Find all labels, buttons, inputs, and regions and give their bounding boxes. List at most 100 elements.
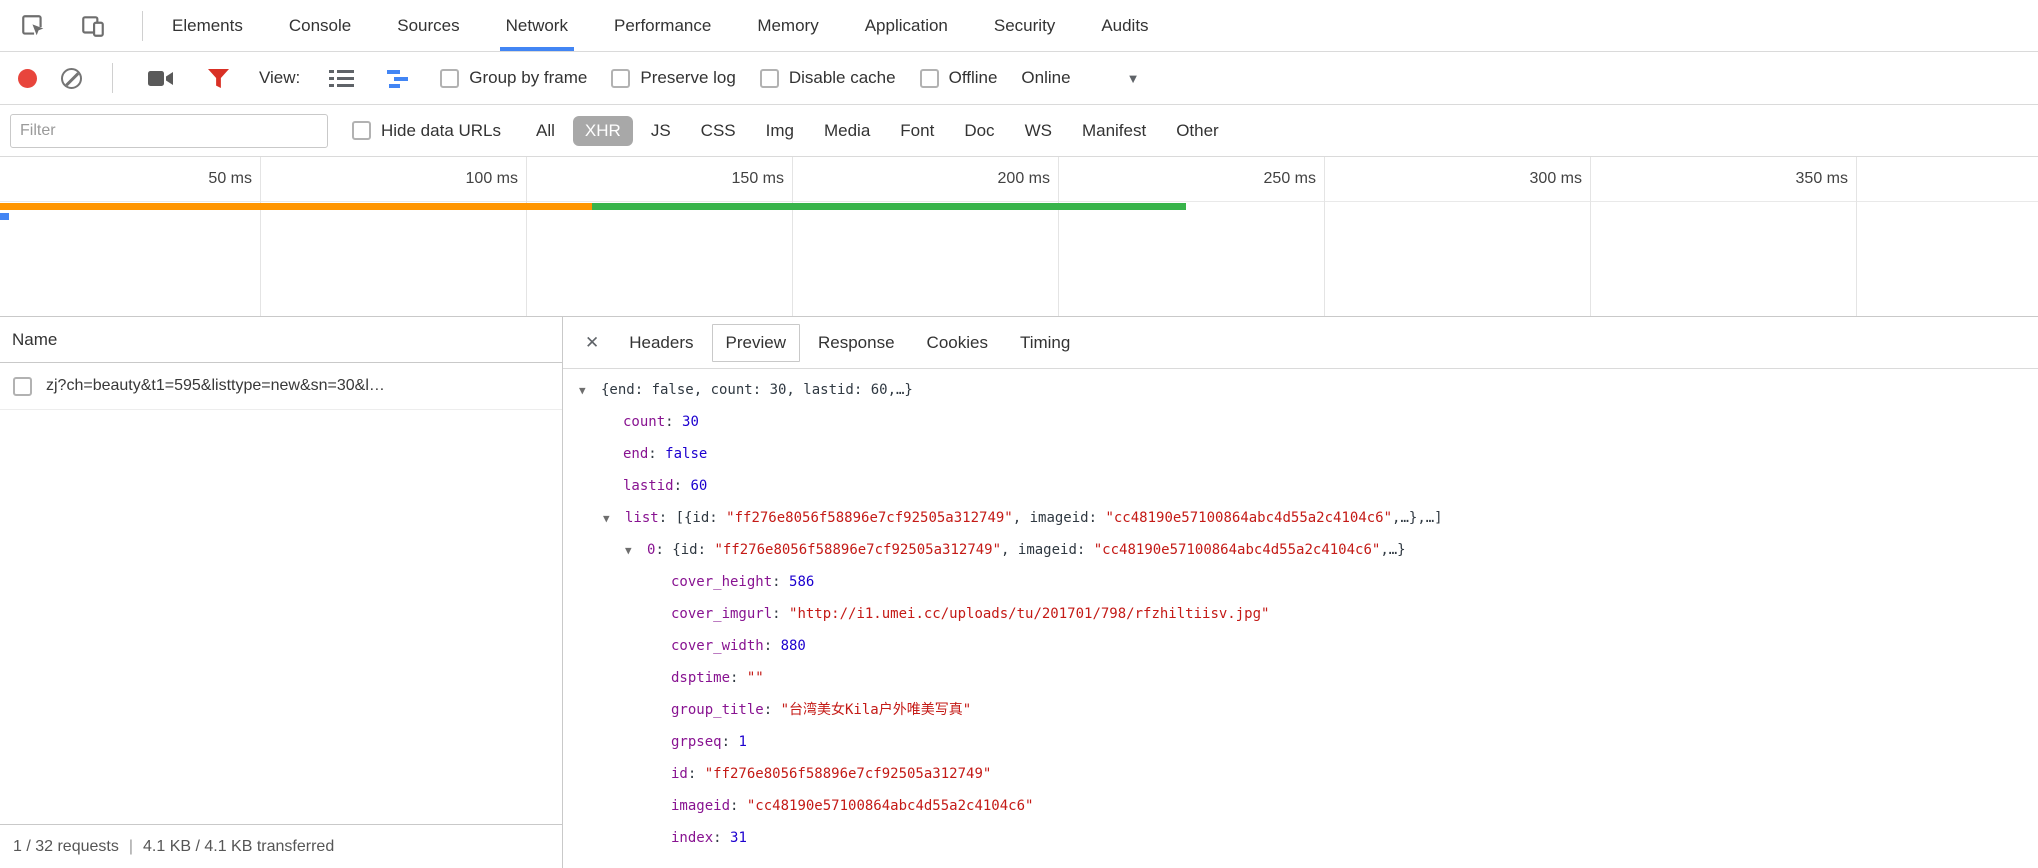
- checkbox-disable-cache[interactable]: Disable cache: [760, 68, 896, 88]
- small-rows-view-icon[interactable]: [324, 61, 358, 95]
- expander-triangle-icon[interactable]: ▼: [579, 375, 601, 407]
- json-tree-property-row: cover_width: 880: [563, 630, 2038, 662]
- json-plain-text: :: [659, 510, 676, 526]
- details-tab-response[interactable]: Response: [804, 324, 909, 362]
- filter-pill-all[interactable]: All: [524, 116, 567, 146]
- network-overview-timeline[interactable]: 50 ms100 ms150 ms200 ms250 ms300 ms350 m…: [0, 157, 2038, 317]
- timeline-gridline: [260, 157, 261, 316]
- json-tree-expandable-row[interactable]: ▼0: {id: "ff276e8056f58896e7cf92505a3127…: [563, 534, 2038, 566]
- json-tree-property-row: imageid: "cc48190e57100864abc4d55a2c4104…: [563, 790, 2038, 822]
- details-tab-preview[interactable]: Preview: [712, 324, 800, 362]
- checkbox-preserve-log[interactable]: Preserve log: [611, 68, 735, 88]
- details-tab-cookies[interactable]: Cookies: [913, 324, 1002, 362]
- status-divider: |: [129, 838, 133, 856]
- json-key: id: [671, 766, 688, 782]
- timeline-tick-label: 150 ms: [634, 157, 784, 201]
- separator: [142, 11, 143, 41]
- chevron-down-icon: ▼: [1127, 71, 1140, 86]
- filter-pill-img[interactable]: Img: [754, 116, 806, 146]
- tab-audits[interactable]: Audits: [1095, 0, 1154, 51]
- tabbar-left-icons: [0, 0, 149, 51]
- tab-performance[interactable]: Performance: [608, 0, 717, 51]
- json-plain-text: :: [730, 798, 747, 814]
- tab-network[interactable]: Network: [500, 0, 574, 51]
- json-string-value: "": [747, 670, 764, 686]
- checkbox-icon: [352, 121, 371, 140]
- json-number-value: 880: [781, 638, 806, 654]
- tab-security[interactable]: Security: [988, 0, 1061, 51]
- filter-pill-other[interactable]: Other: [1164, 116, 1231, 146]
- clear-button[interactable]: [61, 68, 82, 89]
- device-toolbar-icon[interactable]: [76, 9, 110, 43]
- checkbox-label: Disable cache: [789, 68, 896, 88]
- json-string-value: "http://i1.umei.cc/uploads/tu/201701/798…: [789, 606, 1269, 622]
- expander-triangle-icon[interactable]: ▼: [625, 535, 647, 567]
- json-tree-property-row: lastid: 60: [563, 470, 2038, 502]
- filter-pill-font[interactable]: Font: [888, 116, 946, 146]
- network-toolbar: View: Group by frame Preserve log Disabl…: [0, 52, 2038, 105]
- timeline-gridline: [1324, 157, 1325, 316]
- request-checkbox[interactable]: [13, 377, 32, 396]
- throttling-select[interactable]: Online ▼: [1021, 68, 1139, 88]
- timeline-gridline: [526, 157, 527, 316]
- json-tree-property-row: count: 30: [563, 406, 2038, 438]
- filter-pill-js[interactable]: JS: [639, 116, 683, 146]
- filter-funnel-icon[interactable]: [201, 61, 235, 95]
- timeline-tick-label: 50 ms: [102, 157, 252, 201]
- screenshot-camera-icon[interactable]: [143, 61, 177, 95]
- filter-pill-css[interactable]: CSS: [689, 116, 748, 146]
- json-tree-property-row: group_title: "台湾美女Kila户外唯美写真": [563, 694, 2038, 726]
- record-button[interactable]: [18, 69, 37, 88]
- request-row[interactable]: zj?ch=beauty&t1=595&listtype=new&sn=30&l…: [0, 363, 562, 410]
- json-plain-text: , imageid:: [1001, 542, 1094, 558]
- network-filter-bar: Hide data URLs AllXHRJSCSSImgMediaFontDo…: [0, 105, 2038, 157]
- json-plain-text: :: [665, 414, 682, 430]
- ruler-baseline: [0, 201, 2038, 202]
- filter-pill-manifest[interactable]: Manifest: [1070, 116, 1158, 146]
- checkbox-icon: [760, 69, 779, 88]
- timeline-tick-label: 300 ms: [1432, 157, 1582, 201]
- json-number-value: 1: [738, 734, 746, 750]
- details-tab-timing[interactable]: Timing: [1006, 324, 1084, 362]
- json-string-value: "ff276e8056f58896e7cf92505a312749": [705, 766, 992, 782]
- separator: [112, 63, 113, 93]
- timeline-gridline: [792, 157, 793, 316]
- json-key: grpseq: [671, 734, 722, 750]
- json-tree-expandable-row[interactable]: ▼{end: false, count: 30, lastid: 60,…}: [563, 374, 2038, 406]
- filter-input[interactable]: [10, 114, 328, 148]
- inspect-element-icon[interactable]: [16, 9, 50, 43]
- json-key: group_title: [671, 702, 764, 718]
- waterfall-overview-icon[interactable]: [382, 61, 416, 95]
- tab-application[interactable]: Application: [859, 0, 954, 51]
- json-key: index: [671, 830, 713, 846]
- tab-console[interactable]: Console: [283, 0, 357, 51]
- timeline-gridline: [1058, 157, 1059, 316]
- tab-memory[interactable]: Memory: [751, 0, 824, 51]
- json-plain-text: :: [713, 830, 730, 846]
- json-number-value: 31: [730, 830, 747, 846]
- json-plain-text: :: [772, 606, 789, 622]
- timeline-tick-label: 350 ms: [1698, 157, 1848, 201]
- json-number-value: 586: [789, 574, 814, 590]
- name-column-header[interactable]: Name: [0, 317, 562, 363]
- filter-pill-doc[interactable]: Doc: [952, 116, 1006, 146]
- json-tree-expandable-row[interactable]: ▼list: [{id: "ff276e8056f58896e7cf92505a…: [563, 502, 2038, 534]
- tab-elements[interactable]: Elements: [166, 0, 249, 51]
- details-tab-headers[interactable]: Headers: [615, 324, 707, 362]
- filter-pill-ws[interactable]: WS: [1013, 116, 1064, 146]
- checkbox-offline[interactable]: Offline: [920, 68, 998, 88]
- json-plain-text: :: [688, 766, 705, 782]
- devtools-window: Elements Console Sources Network Performance…: [0, 0, 2038, 868]
- checkbox-hide-data-urls[interactable]: Hide data URLs: [352, 121, 501, 141]
- filter-pill-media[interactable]: Media: [812, 116, 882, 146]
- json-plain-text: :: [674, 478, 691, 494]
- json-key: cover_height: [671, 574, 772, 590]
- json-string-value: "ff276e8056f58896e7cf92505a312749": [726, 510, 1013, 526]
- tab-sources[interactable]: Sources: [391, 0, 465, 51]
- expander-triangle-icon[interactable]: ▼: [603, 503, 625, 535]
- requests-empty-area: [0, 410, 562, 824]
- request-name[interactable]: zj?ch=beauty&t1=595&listtype=new&sn=30&l…: [46, 377, 385, 395]
- filter-pill-xhr[interactable]: XHR: [573, 116, 633, 146]
- checkbox-group-by-frame[interactable]: Group by frame: [440, 68, 587, 88]
- close-icon[interactable]: ✕: [571, 333, 613, 353]
